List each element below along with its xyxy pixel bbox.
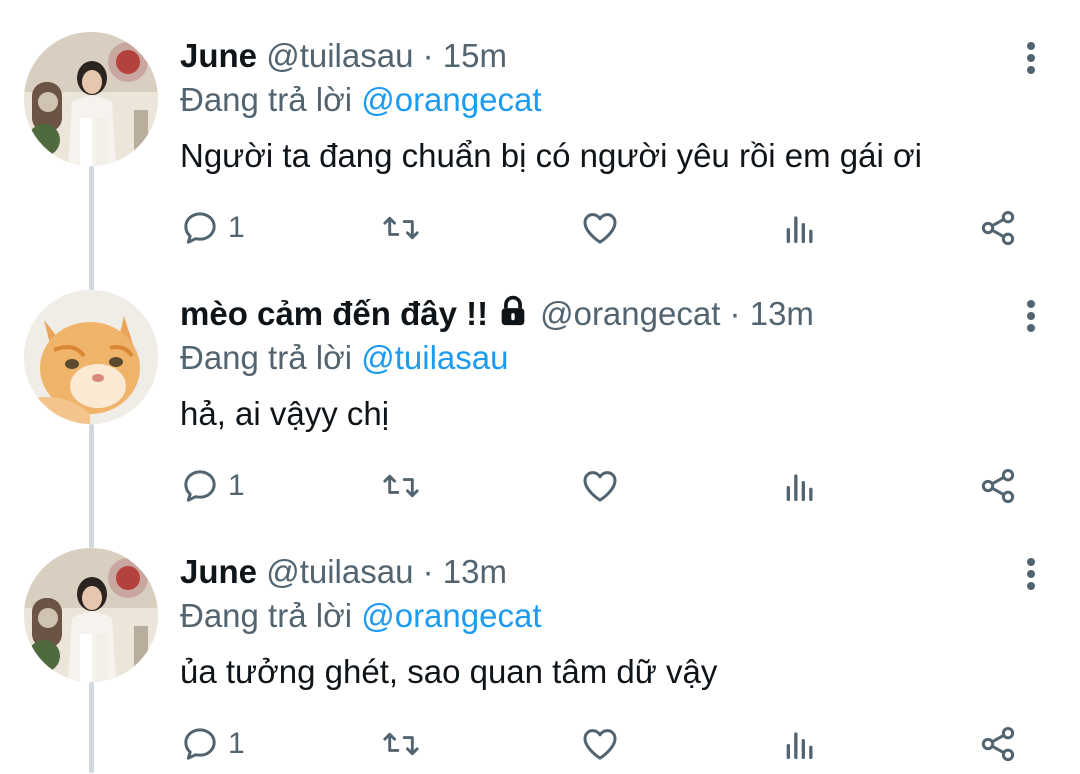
timestamp[interactable]: 15m bbox=[443, 37, 507, 74]
user-handle[interactable]: @tuilasau bbox=[266, 553, 413, 590]
lock-icon bbox=[496, 294, 530, 339]
reply-count: 1 bbox=[228, 727, 245, 760]
reply-prefix: Đang trả lời bbox=[180, 597, 353, 634]
more-vertical-icon bbox=[1027, 570, 1035, 578]
retweet-button[interactable] bbox=[380, 464, 422, 508]
more-vertical-icon bbox=[1027, 300, 1035, 308]
reply-count: 1 bbox=[228, 211, 245, 244]
views-icon bbox=[786, 216, 813, 243]
tweet-content: June @tuilasau · 15m Đang trả lời @orang… bbox=[180, 34, 1010, 178]
reply-button[interactable]: 1 bbox=[180, 464, 245, 508]
replying-to: Đang trả lời @orangecat bbox=[180, 78, 1010, 122]
heart-icon bbox=[583, 213, 617, 244]
share-button[interactable] bbox=[978, 722, 1018, 766]
reply-count: 1 bbox=[228, 469, 245, 502]
retweet-button[interactable] bbox=[380, 206, 422, 250]
tweet-actions: 1 bbox=[180, 206, 1040, 250]
display-name[interactable]: June bbox=[180, 37, 257, 74]
avatar[interactable] bbox=[24, 290, 158, 424]
reply-icon bbox=[184, 470, 216, 502]
share-icon bbox=[981, 727, 1015, 761]
tweet[interactable]: June @tuilasau · 15m Đang trả lời @orang… bbox=[0, 0, 1080, 258]
reply-icon bbox=[184, 728, 216, 760]
retweet-icon bbox=[383, 474, 419, 498]
more-options-button[interactable] bbox=[1024, 42, 1038, 76]
tweet-header: mèo cảm đến đây !! @orangecat · 13m bbox=[180, 292, 1010, 336]
more-vertical-icon bbox=[1027, 42, 1035, 50]
mention-link[interactable]: @orangecat bbox=[361, 597, 541, 634]
avatar[interactable] bbox=[24, 548, 158, 682]
more-vertical-icon bbox=[1027, 54, 1035, 62]
retweet-button[interactable] bbox=[380, 722, 422, 766]
reply-button[interactable]: 1 bbox=[180, 722, 245, 766]
tweet[interactable]: mèo cảm đến đây !! @orangecat · 13m Đang … bbox=[0, 258, 1080, 516]
reply-icon bbox=[184, 212, 216, 244]
tweet-actions: 1 bbox=[180, 464, 1040, 508]
views-button[interactable] bbox=[780, 464, 820, 508]
retweet-icon bbox=[383, 732, 419, 756]
tweet-content: mèo cảm đến đây !! @orangecat · 13m Đang … bbox=[180, 292, 1010, 436]
share-button[interactable] bbox=[978, 464, 1018, 508]
more-vertical-icon bbox=[1027, 312, 1035, 320]
tweet[interactable]: June @tuilasau · 13m Đang trả lời @orang… bbox=[0, 516, 1080, 774]
like-button[interactable] bbox=[580, 722, 620, 766]
share-icon bbox=[981, 211, 1015, 245]
avatar[interactable] bbox=[24, 32, 158, 166]
replying-to: Đang trả lời @orangecat bbox=[180, 594, 1010, 638]
reply-prefix: Đang trả lời bbox=[180, 81, 353, 118]
more-options-button[interactable] bbox=[1024, 300, 1038, 334]
more-options-button[interactable] bbox=[1024, 558, 1038, 592]
separator-dot: · bbox=[729, 295, 741, 332]
more-vertical-icon bbox=[1027, 324, 1035, 332]
share-icon bbox=[981, 469, 1015, 503]
like-button[interactable] bbox=[580, 206, 620, 250]
tweet-text: Người ta đang chuẩn bị có người yêu rồi … bbox=[180, 137, 922, 174]
tweet-text: ủa tưởng ghét, sao quan tâm dữ vậy bbox=[180, 653, 718, 690]
user-handle[interactable]: @tuilasau bbox=[266, 37, 413, 74]
tweet-actions: 1 bbox=[180, 722, 1040, 766]
share-button[interactable] bbox=[978, 206, 1018, 250]
mention-link[interactable]: @tuilasau bbox=[361, 339, 508, 376]
display-name[interactable]: June bbox=[180, 553, 257, 590]
tweet-header: June @tuilasau · 15m bbox=[180, 34, 1010, 78]
heart-icon bbox=[583, 471, 617, 502]
tweet-header: June @tuilasau · 13m bbox=[180, 550, 1010, 594]
views-button[interactable] bbox=[780, 206, 820, 250]
display-name[interactable]: mèo cảm đến đây !! bbox=[180, 295, 488, 332]
more-vertical-icon bbox=[1027, 66, 1035, 74]
views-icon bbox=[786, 732, 813, 759]
replying-to: Đang trả lời @tuilasau bbox=[180, 336, 1010, 380]
separator-dot: · bbox=[422, 553, 434, 590]
separator-dot: · bbox=[422, 37, 434, 74]
user-handle[interactable]: @orangecat bbox=[540, 295, 720, 332]
like-button[interactable] bbox=[580, 464, 620, 508]
views-icon bbox=[786, 474, 813, 501]
reply-prefix: Đang trả lời bbox=[180, 339, 353, 376]
tweet-content: June @tuilasau · 13m Đang trả lời @orang… bbox=[180, 550, 1010, 694]
reply-button[interactable]: 1 bbox=[180, 206, 245, 250]
heart-icon bbox=[583, 729, 617, 760]
timestamp[interactable]: 13m bbox=[750, 295, 814, 332]
more-vertical-icon bbox=[1027, 558, 1035, 566]
tweet-text: hả, ai vậyy chị bbox=[180, 395, 390, 432]
timestamp[interactable]: 13m bbox=[443, 553, 507, 590]
mention-link[interactable]: @orangecat bbox=[361, 81, 541, 118]
views-button[interactable] bbox=[780, 722, 820, 766]
retweet-icon bbox=[383, 216, 419, 240]
more-vertical-icon bbox=[1027, 582, 1035, 590]
reply-thread: June @tuilasau · 15m Đang trả lời @orang… bbox=[0, 0, 1080, 773]
